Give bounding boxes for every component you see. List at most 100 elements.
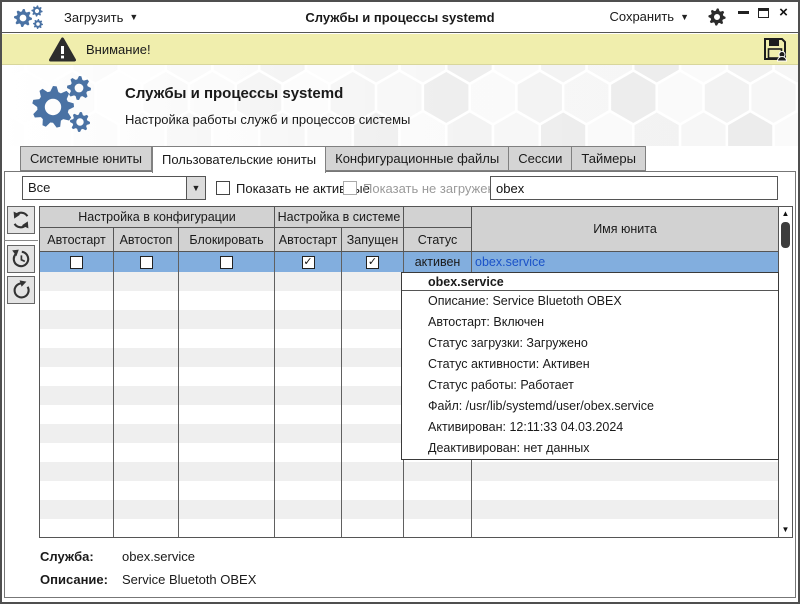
tab-system-units[interactable]: Системные юниты	[20, 146, 152, 171]
table-cell	[179, 272, 275, 291]
tab-config-files[interactable]: Конфигурационные файлы	[326, 146, 509, 171]
refresh-button[interactable]	[7, 206, 35, 234]
show-inactive-checkbox[interactable]	[216, 181, 230, 195]
table-cell	[179, 481, 275, 500]
header-config-autostart[interactable]: Автостарт	[40, 228, 114, 252]
title-bar: Загрузить ▼ Службы и процессы systemd Со…	[2, 2, 798, 33]
chevron-down-icon: ▼	[129, 12, 138, 22]
tooltip-activated: Активирован: 12:11:33 04.03.2024	[402, 416, 778, 437]
footer-description-line: Описание: Service Bluetoth OBEX	[40, 572, 256, 587]
table-row[interactable]	[40, 462, 778, 481]
service-value: obex.service	[122, 549, 195, 564]
table-cell	[342, 329, 404, 348]
banner-subtitle: Настройка работы служб и процессов систе…	[125, 112, 410, 127]
table-row-selected[interactable]: ✓ ✓ активен obex.service	[40, 252, 778, 272]
header-config-block[interactable]: Блокировать	[179, 228, 275, 252]
table-cell	[40, 310, 114, 329]
table-cell	[179, 310, 275, 329]
combobox-value: Все	[23, 177, 186, 199]
warning-text: Внимание!	[86, 42, 151, 57]
table-cell	[342, 500, 404, 519]
table-cell	[404, 519, 472, 538]
vertical-scrollbar[interactable]: ▲ ▼	[778, 207, 792, 537]
history-button[interactable]	[7, 245, 35, 273]
table-cell	[275, 329, 342, 348]
toolbar-separator	[4, 240, 38, 241]
gear-icon	[708, 8, 725, 25]
cell-status: активен	[404, 252, 472, 272]
table-cell	[275, 405, 342, 424]
table-cell	[342, 424, 404, 443]
header-system-autostart[interactable]: Автостарт	[275, 228, 342, 252]
close-button[interactable]: ×	[777, 6, 790, 19]
save-menu-label: Сохранить	[609, 9, 674, 24]
table-cell	[404, 500, 472, 519]
table-row[interactable]	[40, 500, 778, 519]
table-cell	[40, 329, 114, 348]
cell-system-autostart: ✓	[275, 252, 342, 272]
unit-filter-combobox[interactable]: Все ▼	[22, 176, 206, 200]
scroll-up-arrow[interactable]: ▲	[779, 208, 792, 220]
table-cell	[114, 519, 179, 538]
header-unit-name[interactable]: Имя юнита	[472, 207, 778, 252]
header-group-system[interactable]: Настройка в системе	[275, 207, 404, 228]
table-cell	[179, 519, 275, 538]
checkbox-system-autostart[interactable]: ✓	[302, 256, 315, 269]
save-menu-button[interactable]: Сохранить ▼	[601, 5, 697, 28]
table-row[interactable]	[40, 481, 778, 500]
checkbox-system-running[interactable]: ✓	[366, 256, 379, 269]
app-logo-gears-icon	[28, 74, 94, 138]
tooltip-load-status: Статус загрузки: Загружено	[402, 333, 778, 354]
table-cell	[40, 500, 114, 519]
table-cell	[114, 329, 179, 348]
settings-gear-button[interactable]	[707, 7, 727, 27]
table-cell	[342, 443, 404, 462]
table-cell	[275, 481, 342, 500]
footer-service-line: Служба: obex.service	[40, 549, 195, 564]
table-cell	[114, 424, 179, 443]
reload-button[interactable]	[7, 276, 35, 304]
table-header: Настройка в конфигурации Настройка в сис…	[40, 207, 778, 252]
header-system-running[interactable]: Запущен	[342, 228, 404, 252]
search-input[interactable]	[490, 176, 778, 200]
header-status[interactable]: Статус	[404, 228, 472, 252]
tab-timers[interactable]: Таймеры	[572, 146, 646, 171]
table-cell	[275, 386, 342, 405]
header-group-config[interactable]: Настройка в конфигурации	[40, 207, 275, 228]
cell-config-autostop	[114, 252, 179, 272]
scroll-down-arrow[interactable]: ▼	[779, 524, 792, 536]
table-cell	[114, 386, 179, 405]
scrollbar-thumb[interactable]	[781, 222, 790, 248]
description-value: Service Bluetoth OBEX	[122, 572, 256, 587]
table-row[interactable]	[40, 519, 778, 538]
checkbox-config-autostop[interactable]	[140, 256, 153, 269]
unit-name-link[interactable]: obex.service	[475, 255, 545, 269]
close-icon: ×	[779, 8, 788, 18]
header-banner: Службы и процессы systemd Настройка рабо…	[2, 65, 798, 146]
table-cell	[179, 291, 275, 310]
table-cell	[40, 405, 114, 424]
tooltip-title: obex.service	[402, 273, 778, 291]
show-unloaded-checkbox[interactable]	[343, 181, 357, 195]
tooltip-run-status: Статус работы: Работает	[402, 375, 778, 396]
table-cell	[342, 291, 404, 310]
table-cell	[40, 462, 114, 481]
save-config-button[interactable]	[762, 36, 788, 62]
combobox-dropdown-button[interactable]: ▼	[186, 177, 205, 199]
load-menu-button[interactable]: Загрузить ▼	[56, 6, 146, 29]
tab-sessions[interactable]: Сессии	[509, 146, 572, 171]
tab-user-units[interactable]: Пользовательские юниты	[152, 146, 326, 173]
checkbox-config-block[interactable]	[220, 256, 233, 269]
table-cell	[275, 462, 342, 481]
checkbox-config-autostart[interactable]	[70, 256, 83, 269]
app-gears-icon	[10, 3, 46, 31]
table-cell	[40, 367, 114, 386]
minimize-button[interactable]	[737, 6, 750, 19]
header-group-spacer	[404, 207, 472, 228]
table-cell	[275, 310, 342, 329]
table-cell	[342, 272, 404, 291]
table-cell	[404, 462, 472, 481]
maximize-button[interactable]	[757, 6, 770, 19]
header-config-autostop[interactable]: Автостоп	[114, 228, 179, 252]
table-cell	[114, 500, 179, 519]
